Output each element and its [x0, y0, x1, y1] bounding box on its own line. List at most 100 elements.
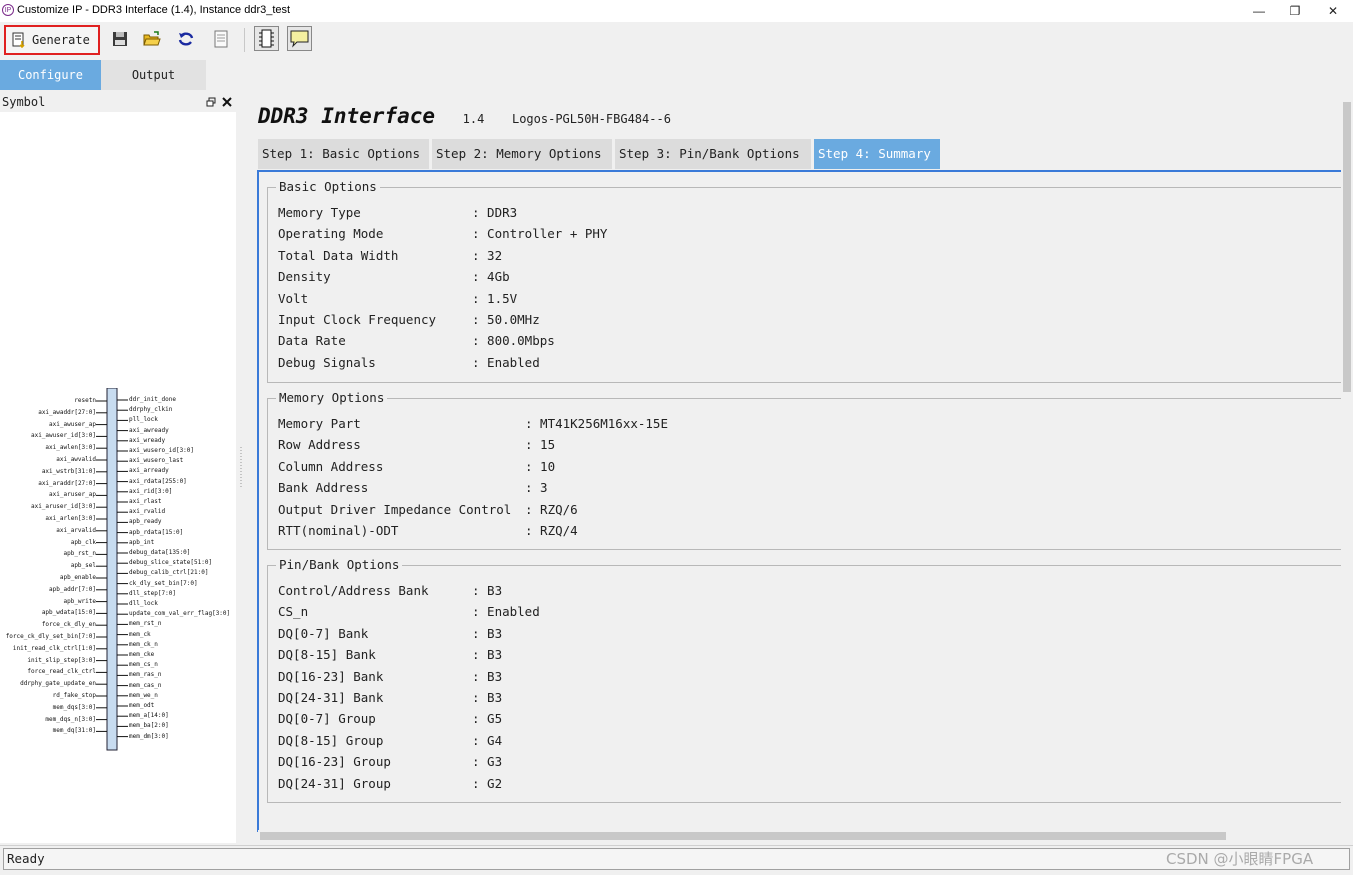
basic-options-group: Basic Options Memory Type: DDR3 Operating… — [267, 179, 1349, 383]
generate-icon — [12, 32, 25, 48]
ip-name: DDR3 Interface — [258, 104, 436, 128]
option-value: : Enabled — [472, 354, 540, 370]
symbol-left-port: apb_write — [63, 597, 96, 605]
symbol-left-port: axi_aruser_id[3:0] — [30, 503, 96, 511]
option-value: : 4Gb — [472, 269, 510, 285]
symbol-left-port: apb_rst_n — [63, 550, 96, 558]
basic-row: Total Data Width : 32 — [278, 247, 502, 263]
symbol-left-port: mem_dq[31:0] — [52, 727, 96, 735]
option-value: : G2 — [472, 775, 503, 791]
option-name: DQ[8-15] Bank — [278, 647, 376, 663]
tab-step-2[interactable]: Step 2: Memory Options — [432, 139, 612, 169]
option-value: : RZQ/6 — [525, 501, 578, 517]
symbol-right-port: pll_lock — [129, 416, 158, 424]
symbol-left-port: axi_awuser_ap — [49, 420, 96, 428]
symbol-left-port: mem_dqs[3:0] — [52, 703, 96, 711]
comment-button[interactable] — [287, 26, 312, 51]
chip-button[interactable] — [254, 26, 279, 51]
option-name: Operating Mode — [278, 226, 384, 242]
option-name: DQ[0-7] Group — [278, 711, 376, 727]
memory-row: Column Address: 10 — [278, 459, 555, 474]
option-value: : DDR3 — [472, 205, 518, 220]
generate-button[interactable]: Generate — [4, 25, 100, 55]
float-icon[interactable] — [206, 97, 216, 107]
option-name: Debug Signals — [278, 354, 376, 370]
pinbank-row: DQ[16-23] Bank: B3 — [278, 669, 502, 684]
horizontal-scroll-thumb[interactable] — [260, 832, 1226, 840]
basic-row: Debug Signals : Enabled — [278, 354, 540, 370]
toolbar-separator — [244, 28, 245, 52]
summary-panel: Basic Options Memory Type: DDR3 Operating… — [257, 170, 1349, 832]
option-name: Volt — [278, 290, 309, 306]
close-icon[interactable]: ✕ — [1318, 2, 1348, 20]
symbol-right-port: axi_wready — [129, 436, 166, 444]
symbol-left-port: force_ck_dly_set_bin[7:0] — [5, 633, 96, 640]
symbol-left-port: axi_awaddr[27:0] — [38, 408, 96, 416]
option-value: : 800.0Mbps — [472, 333, 555, 349]
option-value: : B3 — [472, 690, 503, 705]
symbol-left-port: force_ck_dly_en — [41, 621, 96, 629]
pinbank-row: DQ[0-7] Bank: B3 — [278, 626, 502, 641]
option-name: DQ[16-23] Group — [278, 754, 391, 770]
minimize-icon[interactable]: — — [1244, 2, 1274, 20]
basic-options-title: Basic Options — [276, 179, 380, 194]
symbol-right-port: axi_rid[3:0] — [129, 487, 173, 495]
tab-step-1[interactable]: Step 1: Basic Options — [258, 139, 429, 169]
symbol-right-port: axi_arready — [129, 467, 169, 475]
option-value: : Controller + PHY — [472, 226, 608, 242]
open-folder-icon[interactable] — [143, 30, 161, 48]
symbol-right-port: mem_ck — [129, 630, 151, 638]
tab-output[interactable]: Output — [101, 60, 206, 90]
option-value: : 32 — [472, 247, 503, 263]
panel-splitter[interactable] — [236, 92, 246, 843]
symbol-left-port: axi_awuser_id[3:0] — [30, 432, 96, 440]
symbol-right-port: debug_data[135:0] — [129, 549, 191, 556]
vertical-scrollbar[interactable] — [1341, 92, 1353, 843]
memory-row: RTT(nominal)-ODT: RZQ/4 — [278, 523, 578, 538]
option-name: Row Address — [278, 437, 361, 453]
tab-configure[interactable]: Configure — [0, 60, 101, 90]
option-name: DQ[24-31] Bank — [278, 690, 384, 705]
symbol-left-port: mem_dqs_n[3:0] — [45, 715, 96, 723]
option-name: Output Driver Impedance Control — [278, 501, 512, 517]
symbol-left-port: axi_araddr[27:0] — [38, 479, 96, 487]
refresh-icon[interactable] — [177, 30, 195, 48]
memory-row: Bank Address: 3 — [278, 480, 548, 495]
symbol-right-port: mem_ck_n — [129, 640, 158, 648]
symbol-left-port: apb_clk — [70, 538, 96, 546]
vertical-scroll-thumb[interactable] — [1343, 102, 1351, 392]
tab-step-4[interactable]: Step 4: Summary — [814, 139, 940, 169]
symbol-panel: Symbol resetn axi_awaddr[27:0] axi_awuser_… — [0, 92, 236, 843]
option-value: : MT41K256M16xx-15E — [525, 416, 668, 431]
option-name: Input Clock Frequency — [278, 312, 437, 327]
option-name: Memory Part — [278, 416, 361, 431]
symbol-right-port: apb_ready — [129, 518, 162, 526]
symbol-panel-title: Symbol — [2, 95, 46, 109]
option-value: : 50.0MHz — [472, 312, 540, 327]
symbol-right-port: axi_rlast — [129, 498, 162, 505]
symbol-left-port: axi_aruser_ap — [49, 491, 96, 499]
save-icon[interactable] — [111, 30, 129, 48]
option-value: : B3 — [472, 583, 503, 598]
ip-version: 1.4 — [462, 112, 485, 126]
close-panel-icon[interactable] — [222, 97, 232, 107]
ip-device: Logos-PGL50H-FBG484--6 — [511, 112, 671, 126]
document-icon[interactable] — [212, 30, 230, 48]
symbol-right-port: mem_ras_n — [129, 671, 162, 679]
restore-icon[interactable]: ❐ — [1280, 2, 1310, 20]
symbol-right-port: mem_rst_n — [129, 620, 162, 628]
symbol-right-port: dll_step[7:0] — [129, 589, 176, 597]
horizontal-scrollbar[interactable] — [258, 830, 1341, 842]
pinbank-row: DQ[8-15] Bank : B3 — [278, 647, 502, 663]
symbol-right-port: debug_calib_ctrl[21:0] — [129, 569, 209, 577]
status-bar: Ready — [0, 845, 1353, 875]
tab-step-3[interactable]: Step 3: Pin/Bank Options — [615, 139, 811, 169]
symbol-right-port: update_com_val_err_flag[3:0] — [129, 610, 231, 618]
title-bar: IP Customize IP - DDR3 Interface (1.4), … — [0, 0, 1353, 22]
symbol-right-port: ddr_init_done — [129, 396, 176, 403]
option-value: : B3 — [472, 647, 503, 663]
option-value: : 10 — [525, 458, 556, 474]
symbol-left-port: axi_arlen[3:0] — [45, 515, 96, 522]
symbol-left-port: axi_arvalid — [56, 526, 96, 534]
option-name: Total Data Width — [278, 247, 399, 263]
